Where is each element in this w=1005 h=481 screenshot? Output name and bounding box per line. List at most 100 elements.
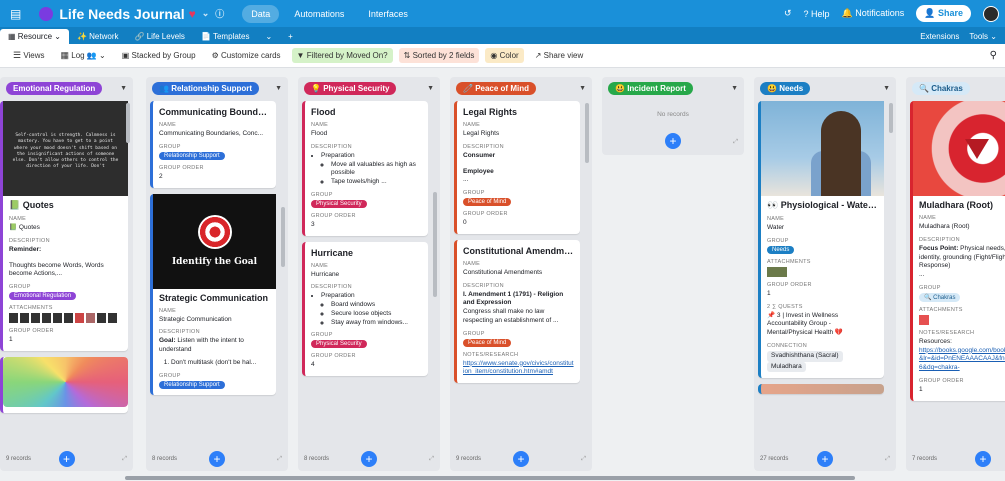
stack-header[interactable]: Emotional Regulation <box>6 81 103 95</box>
field-label: NAME <box>767 216 785 222</box>
add-record-button[interactable]: + <box>361 451 377 467</box>
expand-icon[interactable]: ⤢ <box>581 456 586 463</box>
expand-icon[interactable]: ⤢ <box>429 456 434 463</box>
notes-link[interactable]: https://www.senate.gov/civics/constituti… <box>463 360 574 378</box>
record-card[interactable]: Muladhara (Root) NAME Muladhara (Root) D… <box>910 101 1005 401</box>
group-tag: Emotional Regulation <box>9 292 77 301</box>
tab-life-levels[interactable]: 🔗 Life Levels <box>127 29 193 44</box>
base-menu-icon[interactable]: ▤ <box>10 7 21 21</box>
connection-chip[interactable]: Svadhishthana (Sacral) <box>767 350 843 362</box>
group-tag: 🔍 Chakras <box>919 292 961 302</box>
avatar[interactable] <box>983 5 999 22</box>
field-label: NAME <box>159 122 177 128</box>
attachment-thumbnails[interactable] <box>9 313 122 324</box>
tab-templates[interactable]: 📄 Templates <box>193 29 258 44</box>
chevron-down-icon[interactable]: ⌄ <box>202 8 210 19</box>
stack-menu-icon[interactable]: ▼ <box>579 85 586 92</box>
record-card[interactable]: Hurricane NAME Hurricane DESCRIPTION Pre… <box>302 241 428 377</box>
record-card[interactable]: Flood NAME Flood DESCRIPTION Preparation… <box>302 101 428 236</box>
record-card[interactable] <box>758 384 884 395</box>
history-icon[interactable]: ↺ <box>784 8 792 19</box>
stack-header[interactable]: 😃 Needs <box>760 81 811 95</box>
record-card[interactable]: 👀 Physiological - Water ... NAME Water G… <box>758 101 884 379</box>
notifications-button[interactable]: 🔔 Notifications <box>842 8 905 19</box>
add-record-button[interactable]: + <box>817 451 833 467</box>
add-record-button[interactable]: + <box>665 133 681 149</box>
field-label: CONNECTION <box>767 342 807 349</box>
customize-cards-button[interactable]: ⚙ Customize cards <box>207 48 286 63</box>
attachment-thumbnails[interactable] <box>767 266 878 277</box>
empty-state: No records <box>657 111 689 118</box>
base-title[interactable]: Life Needs Journal ♥ ⌄ ⓘ <box>29 6 224 22</box>
add-table-icon[interactable]: + <box>280 29 301 44</box>
record-card[interactable]: Communicating Boundarie... NAME Communic… <box>150 101 276 188</box>
views-button[interactable]: ☰ Views <box>8 47 50 64</box>
color-button[interactable]: ◉ Color <box>485 48 524 63</box>
view-name: Log <box>71 51 85 60</box>
expand-icon[interactable]: ⤢ <box>733 139 738 146</box>
scrollbar[interactable] <box>281 207 285 267</box>
nav-data[interactable]: Data <box>242 4 280 23</box>
stack-header[interactable]: 😃 Incident Report <box>608 81 693 95</box>
tab-network[interactable]: ✨ Network <box>69 29 127 44</box>
tools-button[interactable]: Tools ⌄ <box>969 32 997 41</box>
record-count: 9 records <box>6 456 32 462</box>
nav-interfaces[interactable]: Interfaces <box>359 5 417 23</box>
stack-header[interactable]: 💡 Physical Security <box>304 81 397 95</box>
record-card[interactable]: Self-control is strength. Calmness is ma… <box>0 101 128 351</box>
record-count: 9 records <box>456 456 482 462</box>
share-view-button[interactable]: ↗ Share view <box>530 48 589 63</box>
cover-text: Identify the Goal <box>171 257 258 268</box>
add-record-button[interactable]: + <box>209 451 225 467</box>
view-switcher[interactable]: ▦ Log 👥 ⌄ <box>56 47 111 64</box>
scrollbar[interactable] <box>126 103 130 143</box>
more-tabs-icon[interactable]: ⌄ <box>257 29 280 44</box>
add-record-button[interactable]: + <box>58 451 75 467</box>
stack-menu-icon[interactable]: ▼ <box>427 85 434 92</box>
field-value: 📗 Quotes <box>9 224 40 231</box>
nav-automations[interactable]: Automations <box>285 5 353 23</box>
expand-icon[interactable]: ⤢ <box>277 456 282 463</box>
card-title-text: Physiological - Water ... <box>780 200 878 210</box>
field-label: NAME <box>463 122 481 128</box>
scrollbar[interactable] <box>585 103 589 163</box>
stack-header[interactable]: 🧷 Peace of Mind <box>456 81 536 95</box>
stack-menu-icon[interactable]: ▼ <box>731 85 738 92</box>
search-icon[interactable]: ⚲ <box>990 50 997 61</box>
stacked-by-button[interactable]: ▣ Stacked by Group <box>117 48 201 63</box>
attachment-thumbnails[interactable] <box>919 314 1005 325</box>
record-card[interactable]: Identify the Goal Strategic Communicatio… <box>150 193 276 395</box>
record-card[interactable]: Legal Rights NAME Legal Rights DESCRIPTI… <box>454 101 580 234</box>
sort-button[interactable]: ⇅ Sorted by 2 fields <box>398 48 480 63</box>
name-value: Water <box>767 224 785 231</box>
add-record-button[interactable]: + <box>513 451 529 467</box>
record-card[interactable]: Constitutional Amendments NAME Constitut… <box>454 239 580 384</box>
notes-link[interactable]: https://books.google.com/books?hl=en&lr=… <box>919 347 1005 373</box>
target-icon <box>197 215 232 250</box>
share-button[interactable]: 👤 Share <box>916 5 971 22</box>
info-icon[interactable]: ⓘ <box>215 7 224 20</box>
color-label: Color <box>499 51 519 60</box>
horizontal-scrollbar[interactable] <box>125 476 855 480</box>
expand-icon[interactable]: ⤢ <box>885 456 890 463</box>
expand-icon[interactable]: ⤢ <box>122 456 127 463</box>
field-label: DESCRIPTION <box>9 237 50 244</box>
stack-header[interactable]: 👥 Relationship Support <box>152 81 260 95</box>
stack-menu-icon[interactable]: ▼ <box>883 85 890 92</box>
stack-header[interactable]: 🔍 Chakras <box>912 81 970 95</box>
extensions-button[interactable]: Extensions <box>920 32 959 41</box>
stack-label: Peace of Mind <box>475 83 529 93</box>
scrollbar[interactable] <box>433 192 437 297</box>
record-card[interactable] <box>0 356 128 413</box>
field-label: ATTACHMENTS <box>9 305 53 312</box>
stack-menu-icon[interactable]: ▼ <box>275 85 282 92</box>
connection-chip[interactable]: Muladhara <box>767 361 806 373</box>
help-button[interactable]: ? Help <box>803 9 829 19</box>
filter-button[interactable]: ▼ Filtered by Moved On? <box>291 48 393 63</box>
field-label: DESCRIPTION <box>463 282 504 289</box>
field-label: GROUP <box>767 237 789 244</box>
scrollbar[interactable] <box>889 103 893 133</box>
tab-resource[interactable]: ▦ Resource ⌄ <box>0 29 69 44</box>
stack-menu-icon[interactable]: ▼ <box>120 85 127 92</box>
add-record-button[interactable]: + <box>975 451 991 467</box>
